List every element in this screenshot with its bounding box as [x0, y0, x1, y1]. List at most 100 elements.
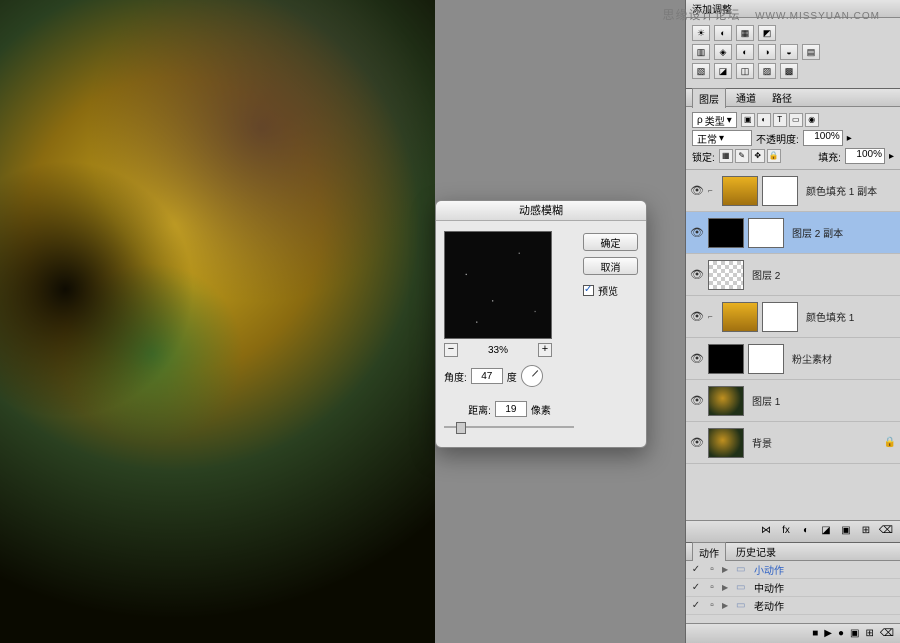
layer-name[interactable]: 粉尘素材 — [792, 351, 896, 366]
expand-icon[interactable]: ▶ — [722, 583, 732, 592]
layer-thumbnail[interactable] — [708, 428, 744, 458]
layer-thumbnail[interactable] — [722, 176, 758, 206]
layers-tab[interactable]: 路径 — [766, 88, 798, 107]
action-name[interactable]: 中动作 — [754, 580, 784, 595]
blend-mode-dropdown[interactable]: 正常 ▾ — [692, 130, 752, 146]
filter-icon[interactable]: ◉ — [805, 113, 819, 127]
action-dialog-icon[interactable]: ▫ — [706, 564, 718, 575]
action-dialog-icon[interactable]: ▫ — [706, 600, 718, 611]
preview-checkbox[interactable] — [583, 285, 594, 296]
layers-list[interactable]: 👁⌐颜色填充 1 副本👁图层 2 副本👁图层 2👁⌐颜色填充 1👁粉尘素材👁图层… — [686, 170, 900, 520]
angle-dial[interactable] — [521, 365, 543, 387]
lock-trans-icon[interactable]: ▦ — [719, 149, 733, 163]
filter-icon[interactable]: ▣ — [741, 113, 755, 127]
distance-input[interactable] — [495, 401, 527, 417]
layers-tab[interactable]: 通道 — [730, 88, 762, 107]
filter-icon[interactable]: ◐ — [757, 113, 771, 127]
action-name[interactable]: 老动作 — [754, 598, 784, 613]
adjustment-icon[interactable]: ◪ — [714, 63, 732, 79]
visibility-icon[interactable]: 👁 — [690, 268, 704, 281]
adjustment-icon[interactable]: ▦ — [736, 25, 754, 41]
lock-pixels-icon[interactable]: ✎ — [735, 149, 749, 163]
layer-name[interactable]: 颜色填充 1 — [806, 309, 896, 324]
zoom-in-button[interactable]: + — [538, 343, 552, 357]
actions-footer-icon[interactable]: ⌫ — [880, 628, 894, 639]
layer-row[interactable]: 👁 图层 2 副本 — [686, 212, 900, 254]
action-name[interactable]: 小动作 — [754, 562, 784, 577]
adjustment-icon[interactable]: ▥ — [692, 44, 710, 60]
layer-name[interactable]: 颜色填充 1 副本 — [806, 183, 896, 198]
adjustment-icon[interactable]: ▨ — [758, 63, 776, 79]
visibility-icon[interactable]: 👁 — [690, 394, 704, 407]
actions-tab[interactable]: 历史记录 — [730, 542, 782, 561]
layer-name[interactable]: 图层 2 副本 — [792, 225, 896, 240]
layers-footer-icon[interactable]: ◪ — [818, 525, 834, 539]
lock-all-icon[interactable]: 🔒 — [767, 149, 781, 163]
action-row[interactable]: ✓▫▶▭老动作 — [686, 597, 900, 615]
visibility-icon[interactable]: 👁 — [690, 436, 704, 449]
fill-input[interactable]: 100% — [845, 148, 885, 164]
adjustment-icon[interactable]: ◐ — [736, 44, 754, 60]
action-check-icon[interactable]: ✓ — [690, 582, 702, 593]
adjustment-icon[interactable]: ▧ — [692, 63, 710, 79]
action-row[interactable]: ✓▫▶▭中动作 — [686, 579, 900, 597]
visibility-icon[interactable]: 👁 — [690, 184, 704, 197]
cancel-button[interactable]: 取消 — [583, 257, 638, 275]
document-canvas[interactable] — [0, 0, 435, 643]
actions-footer-icon[interactable]: ● — [838, 628, 844, 639]
layer-thumbnail[interactable] — [748, 344, 784, 374]
adjustment-icon[interactable]: ☀ — [692, 25, 710, 41]
lock-pos-icon[interactable]: ✥ — [751, 149, 765, 163]
adjustment-icon[interactable]: ◑ — [758, 44, 776, 60]
actions-tab[interactable]: 动作 — [692, 542, 726, 562]
layer-name[interactable]: 图层 2 — [752, 267, 896, 282]
layer-name[interactable]: 图层 1 — [752, 393, 896, 408]
actions-footer-icon[interactable]: ⊞ — [865, 628, 873, 639]
actions-footer-icon[interactable]: ▶ — [824, 628, 832, 639]
layer-row[interactable]: 👁 图层 2 — [686, 254, 900, 296]
layers-footer-icon[interactable]: fx — [778, 525, 794, 539]
ok-button[interactable]: 确定 — [583, 233, 638, 251]
visibility-icon[interactable]: 👁 — [690, 310, 704, 323]
distance-slider[interactable] — [444, 421, 574, 433]
adjustment-icon[interactable]: ▩ — [780, 63, 798, 79]
filter-icon[interactable]: ▭ — [789, 113, 803, 127]
opacity-input[interactable]: 100% — [803, 130, 843, 146]
layer-row[interactable]: 👁背景🔒 — [686, 422, 900, 464]
adjustment-icon[interactable]: ▤ — [802, 44, 820, 60]
visibility-icon[interactable]: 👁 — [690, 226, 704, 239]
dialog-title[interactable]: 动感模糊 — [436, 201, 646, 221]
layer-thumbnail[interactable] — [708, 260, 744, 290]
layers-footer-icon[interactable]: ⋈ — [758, 525, 774, 539]
layer-row[interactable]: 👁⌐颜色填充 1 — [686, 296, 900, 338]
layer-row[interactable]: 👁 粉尘素材 — [686, 338, 900, 380]
layer-thumbnail[interactable] — [722, 302, 758, 332]
adjustment-icon[interactable]: ◈ — [714, 44, 732, 60]
opacity-flyout-icon[interactable]: ▸ — [847, 133, 852, 144]
adjustment-icon[interactable]: ◩ — [758, 25, 776, 41]
angle-input[interactable] — [471, 368, 503, 384]
adjustment-icon[interactable]: ◐ — [714, 25, 732, 41]
layer-thumbnail[interactable] — [762, 176, 798, 206]
adjustment-icon[interactable]: ◒ — [780, 44, 798, 60]
action-row[interactable]: ✓▫▶▭小动作 — [686, 561, 900, 579]
layers-footer-icon[interactable]: ⊞ — [858, 525, 874, 539]
layer-thumbnail[interactable] — [708, 218, 744, 248]
expand-icon[interactable]: ▶ — [722, 601, 732, 610]
layers-footer-icon[interactable]: ⌫ — [878, 525, 894, 539]
layer-thumbnail[interactable] — [708, 386, 744, 416]
layers-footer-icon[interactable]: ◐ — [798, 525, 814, 539]
action-check-icon[interactable]: ✓ — [690, 600, 702, 611]
layer-row[interactable]: 👁 图层 1 — [686, 380, 900, 422]
layers-tab[interactable]: 图层 — [692, 88, 726, 108]
visibility-icon[interactable]: 👁 — [690, 352, 704, 365]
layer-thumbnail[interactable] — [708, 344, 744, 374]
layer-thumbnail[interactable] — [748, 218, 784, 248]
expand-icon[interactable]: ▶ — [722, 565, 732, 574]
layer-name[interactable]: 背景 — [752, 435, 880, 450]
zoom-out-button[interactable]: − — [444, 343, 458, 357]
layers-footer-icon[interactable]: ▣ — [838, 525, 854, 539]
fill-flyout-icon[interactable]: ▸ — [889, 151, 894, 162]
filter-icon[interactable]: T — [773, 113, 787, 127]
action-check-icon[interactable]: ✓ — [690, 564, 702, 575]
